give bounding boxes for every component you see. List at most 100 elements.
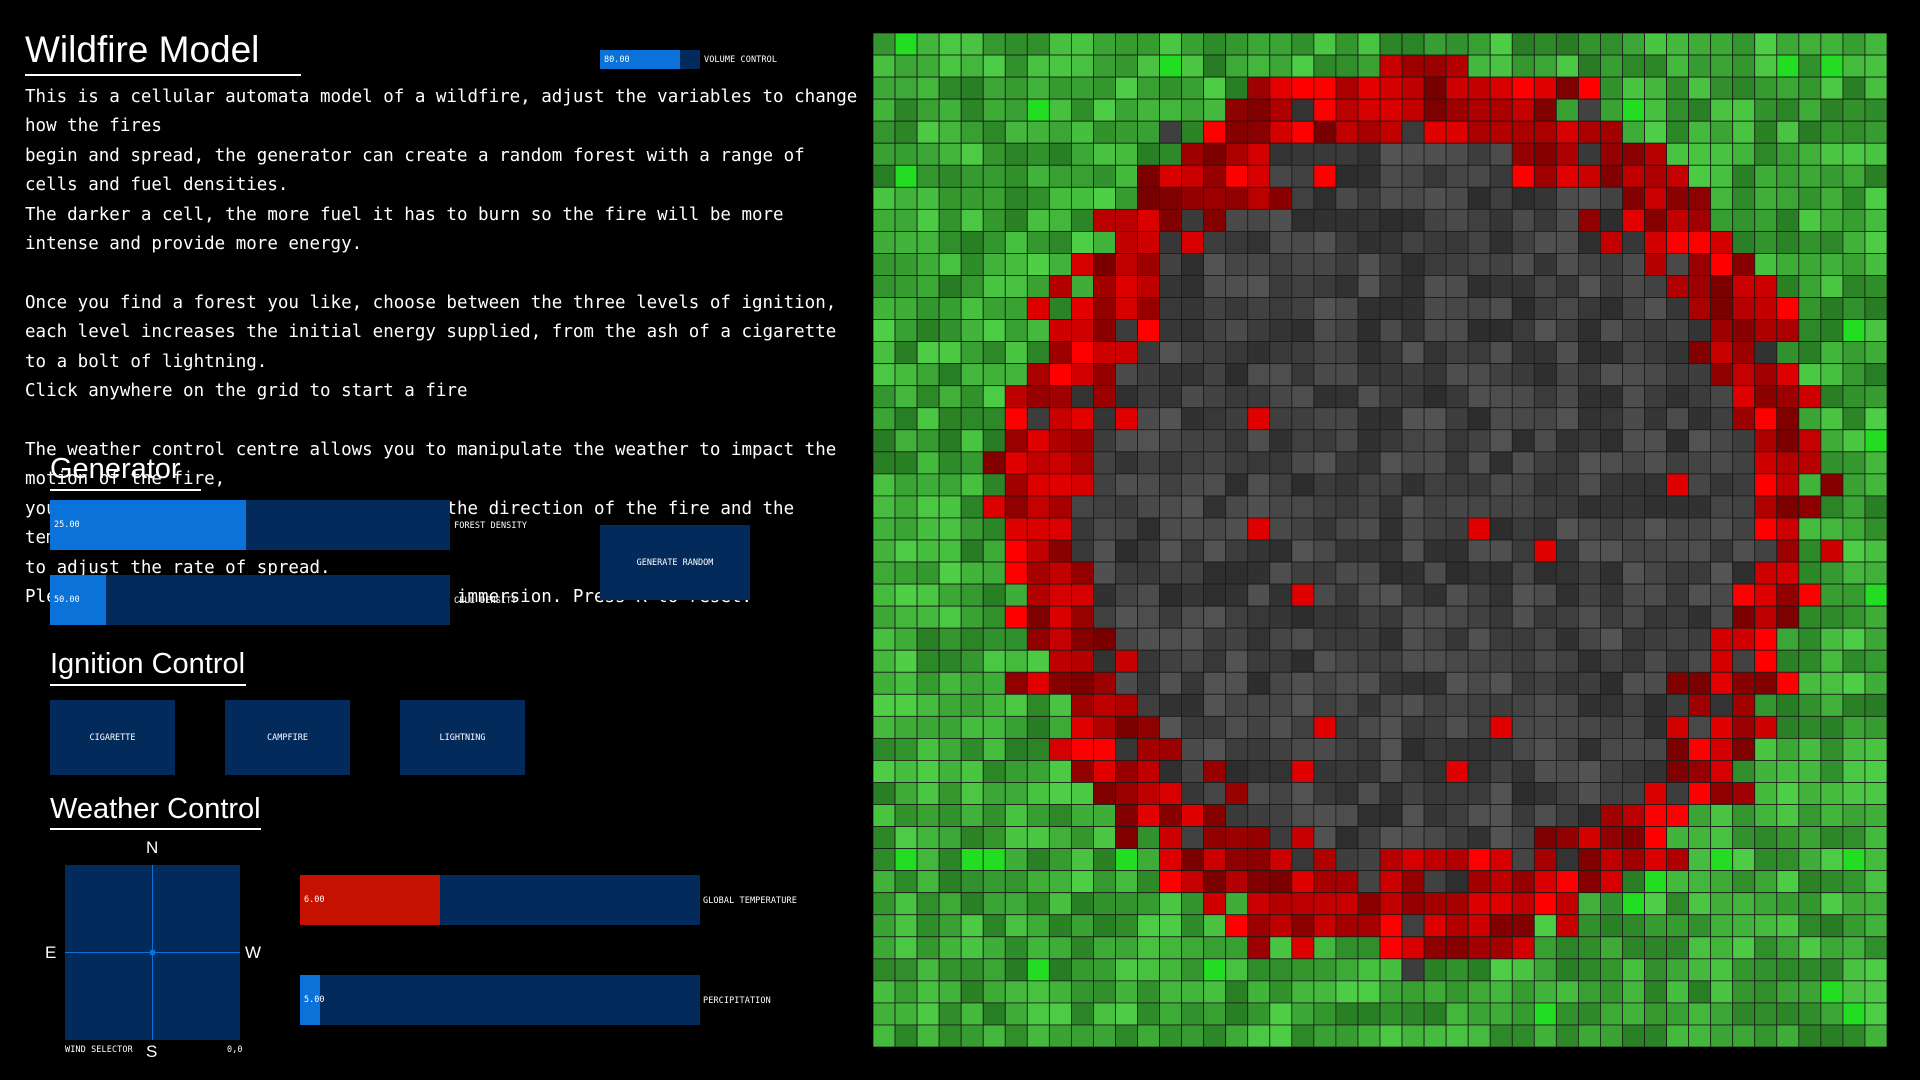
grid-cell[interactable] [1048, 473, 1072, 497]
grid-cell[interactable] [1070, 407, 1094, 431]
grid-cell[interactable] [1533, 208, 1557, 232]
grid-cell[interactable] [1489, 870, 1513, 894]
grid-cell[interactable] [1181, 980, 1205, 1004]
grid-cell[interactable] [1335, 33, 1359, 56]
grid-cell[interactable] [1511, 870, 1535, 894]
grid-cell[interactable] [1401, 627, 1425, 651]
grid-cell[interactable] [1688, 804, 1712, 827]
grid-cell[interactable] [1644, 495, 1667, 519]
grid-cell[interactable] [1600, 319, 1623, 343]
grid-cell[interactable] [1644, 208, 1667, 232]
grid-cell[interactable] [1864, 760, 1887, 783]
grid-cell[interactable] [1159, 76, 1183, 100]
grid-cell[interactable] [1666, 142, 1690, 166]
grid-cell[interactable] [1754, 230, 1778, 254]
grid-cell[interactable] [1842, 826, 1866, 850]
grid-cell[interactable] [938, 297, 962, 320]
grid-cell[interactable] [1379, 363, 1403, 387]
grid-cell[interactable] [1710, 517, 1734, 541]
grid-cell[interactable] [1467, 782, 1491, 805]
grid-cell[interactable] [1600, 539, 1623, 563]
grid-cell[interactable] [1159, 385, 1183, 409]
grid-cell[interactable] [1864, 319, 1887, 343]
grid-cell[interactable] [1247, 341, 1271, 365]
grid-cell[interactable] [1181, 649, 1205, 673]
grid-cell[interactable] [982, 341, 1006, 365]
grid-cell[interactable] [1489, 98, 1513, 122]
grid-cell[interactable] [1159, 363, 1183, 387]
grid-cell[interactable] [1710, 120, 1734, 144]
grid-cell[interactable] [1291, 164, 1315, 188]
grid-cell[interactable] [1644, 98, 1667, 122]
grid-cell[interactable] [960, 517, 984, 541]
grid-cell[interactable] [1644, 186, 1667, 210]
grid-cell[interactable] [1644, 804, 1667, 827]
grid-cell[interactable] [1335, 319, 1359, 343]
grid-cell[interactable] [1666, 208, 1690, 232]
grid-cell[interactable] [1798, 473, 1822, 497]
grid-cell[interactable] [1423, 671, 1447, 695]
grid-cell[interactable] [1159, 782, 1183, 805]
grid-cell[interactable] [1335, 363, 1359, 387]
grid-cell[interactable] [1555, 363, 1579, 387]
cell-density-slider[interactable]: 50.00 [50, 575, 450, 625]
grid-cell[interactable] [1423, 1002, 1447, 1026]
grid-cell[interactable] [1070, 164, 1094, 188]
grid-cell[interactable] [1820, 561, 1844, 585]
grid-cell[interactable] [1093, 980, 1116, 1004]
grid-cell[interactable] [1577, 164, 1601, 188]
grid-cell[interactable] [1269, 848, 1293, 872]
grid-cell[interactable] [1225, 319, 1249, 343]
grid-cell[interactable] [1004, 473, 1028, 497]
grid-cell[interactable] [1710, 473, 1734, 497]
grid-cell[interactable] [1357, 848, 1381, 872]
grid-cell[interactable] [1688, 253, 1712, 276]
grid-cell[interactable] [1533, 848, 1557, 872]
grid-cell[interactable] [1600, 142, 1623, 166]
grid-cell[interactable] [1181, 583, 1205, 607]
grid-cell[interactable] [1820, 407, 1844, 431]
grid-cell[interactable] [1357, 319, 1381, 343]
grid-cell[interactable] [1732, 760, 1756, 783]
grid-cell[interactable] [1798, 297, 1822, 320]
grid-cell[interactable] [1115, 473, 1138, 497]
grid-cell[interactable] [1048, 605, 1072, 629]
grid-cell[interactable] [1666, 517, 1690, 541]
grid-cell[interactable] [1622, 936, 1645, 960]
grid-cell[interactable] [1798, 98, 1822, 122]
grid-cell[interactable] [1600, 782, 1623, 805]
grid-cell[interactable] [1754, 848, 1778, 872]
grid-cell[interactable] [1181, 693, 1205, 717]
grid-cell[interactable] [873, 407, 896, 431]
grid-cell[interactable] [1467, 275, 1491, 298]
grid-cell[interactable] [1798, 451, 1822, 475]
grid-cell[interactable] [1313, 385, 1337, 409]
grid-cell[interactable] [1754, 517, 1778, 541]
grid-cell[interactable] [1467, 363, 1491, 387]
grid-cell[interactable] [916, 385, 940, 409]
grid-cell[interactable] [1600, 870, 1623, 894]
grid-cell[interactable] [1335, 385, 1359, 409]
grid-cell[interactable] [1666, 164, 1690, 188]
grid-cell[interactable] [1313, 826, 1337, 850]
grid-cell[interactable] [1115, 142, 1138, 166]
grid-cell[interactable] [1269, 914, 1293, 938]
grid-cell[interactable] [1181, 142, 1205, 166]
grid-cell[interactable] [960, 958, 984, 982]
grid-cell[interactable] [1203, 804, 1227, 827]
grid-cell[interactable] [1335, 782, 1359, 805]
grid-cell[interactable] [1269, 1002, 1293, 1026]
grid-cell[interactable] [1004, 561, 1028, 585]
grid-cell[interactable] [960, 429, 984, 453]
grid-cell[interactable] [1313, 297, 1337, 320]
grid-cell[interactable] [938, 142, 962, 166]
grid-cell[interactable] [1335, 892, 1359, 916]
grid-cell[interactable] [1225, 208, 1249, 232]
grid-cell[interactable] [1423, 164, 1447, 188]
grid-cell[interactable] [1401, 98, 1425, 122]
grid-cell[interactable] [1533, 230, 1557, 254]
grid-cell[interactable] [1600, 848, 1623, 872]
grid-cell[interactable] [1467, 693, 1491, 717]
grid-cell[interactable] [1688, 936, 1712, 960]
grid-cell[interactable] [1379, 253, 1403, 276]
